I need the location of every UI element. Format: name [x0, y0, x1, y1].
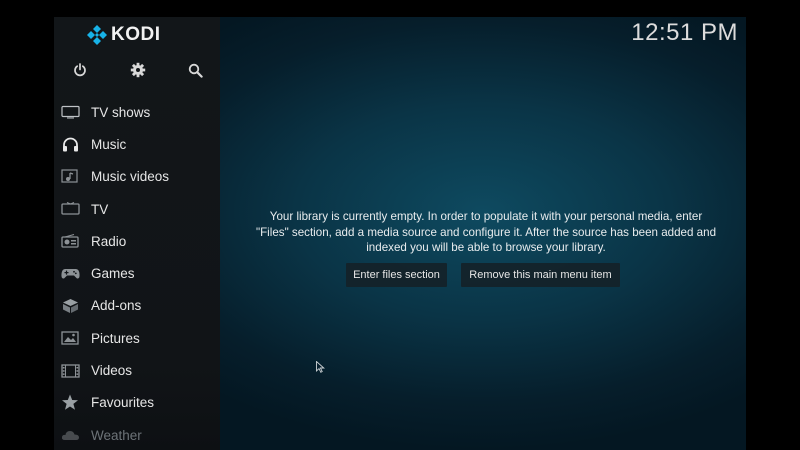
clock: 12:51 PM: [631, 19, 738, 46]
menu-item-pictures[interactable]: Pictures: [54, 322, 220, 354]
enter-files-section-button[interactable]: Enter files section: [346, 263, 447, 287]
menu-item-radio[interactable]: Radio: [54, 225, 220, 257]
menu-item-weather[interactable]: Weather: [54, 419, 220, 450]
menu-label: Videos: [91, 363, 133, 379]
menu-label: Music videos: [91, 169, 170, 185]
menu-label: Weather: [91, 427, 142, 443]
videos-icon: [60, 362, 80, 380]
remove-main-menu-item-button[interactable]: Remove this main menu item: [461, 263, 620, 287]
kodi-home-screen: KODI TV shows Music Music videos TV Radi…: [54, 17, 746, 450]
menu-item-add-ons[interactable]: Add-ons: [54, 290, 220, 322]
menu-item-games[interactable]: Games: [54, 257, 220, 289]
logo-text: KODI: [111, 24, 161, 45]
menu-item-music[interactable]: Music: [54, 128, 220, 160]
mouse-pointer-icon: [316, 360, 325, 373]
kodi-logo: KODI: [87, 24, 161, 46]
sidebar: KODI TV shows Music Music videos TV Radi…: [54, 17, 220, 450]
headphones-icon: [60, 135, 80, 153]
menu-item-tv[interactable]: TV: [54, 193, 220, 225]
empty-library-message: Your library is currently empty. In orde…: [224, 209, 746, 256]
menu-label: Pictures: [91, 330, 140, 346]
addons-box-icon: [60, 297, 80, 315]
message-line: Your library is currently empty. In orde…: [269, 210, 703, 223]
search-icon[interactable]: [186, 61, 204, 79]
gear-icon[interactable]: [129, 61, 147, 79]
message-line: indexed you will be able to browse your …: [366, 241, 606, 254]
menu-item-favourites[interactable]: Favourites: [54, 387, 220, 419]
gamepad-icon: [60, 265, 80, 283]
menu-label: Favourites: [91, 395, 155, 411]
menu-item-music-videos[interactable]: Music videos: [54, 161, 220, 193]
weather-icon: [60, 426, 80, 444]
menu-item-videos[interactable]: Videos: [54, 354, 220, 386]
menu-label: Music: [91, 136, 127, 152]
star-icon: [60, 394, 80, 412]
menu-label: Radio: [91, 233, 127, 249]
message-line: "Files" section, add a media source and …: [255, 225, 717, 239]
tv-icon: [60, 200, 80, 218]
radio-icon: [60, 232, 80, 250]
menu-item-tv-shows[interactable]: TV shows: [54, 96, 220, 128]
pictures-icon: [60, 329, 80, 347]
menu-label: Add-ons: [91, 298, 142, 314]
power-icon[interactable]: [71, 61, 89, 79]
main-menu: TV shows Music Music videos TV Radio Gam…: [54, 96, 220, 450]
kodi-logo-icon: [87, 25, 107, 45]
menu-label: Games: [91, 266, 135, 282]
menu-label: TV: [91, 201, 109, 217]
tv-shows-icon: [60, 103, 80, 121]
music-videos-icon: [60, 168, 80, 186]
menu-label: TV shows: [91, 104, 151, 120]
